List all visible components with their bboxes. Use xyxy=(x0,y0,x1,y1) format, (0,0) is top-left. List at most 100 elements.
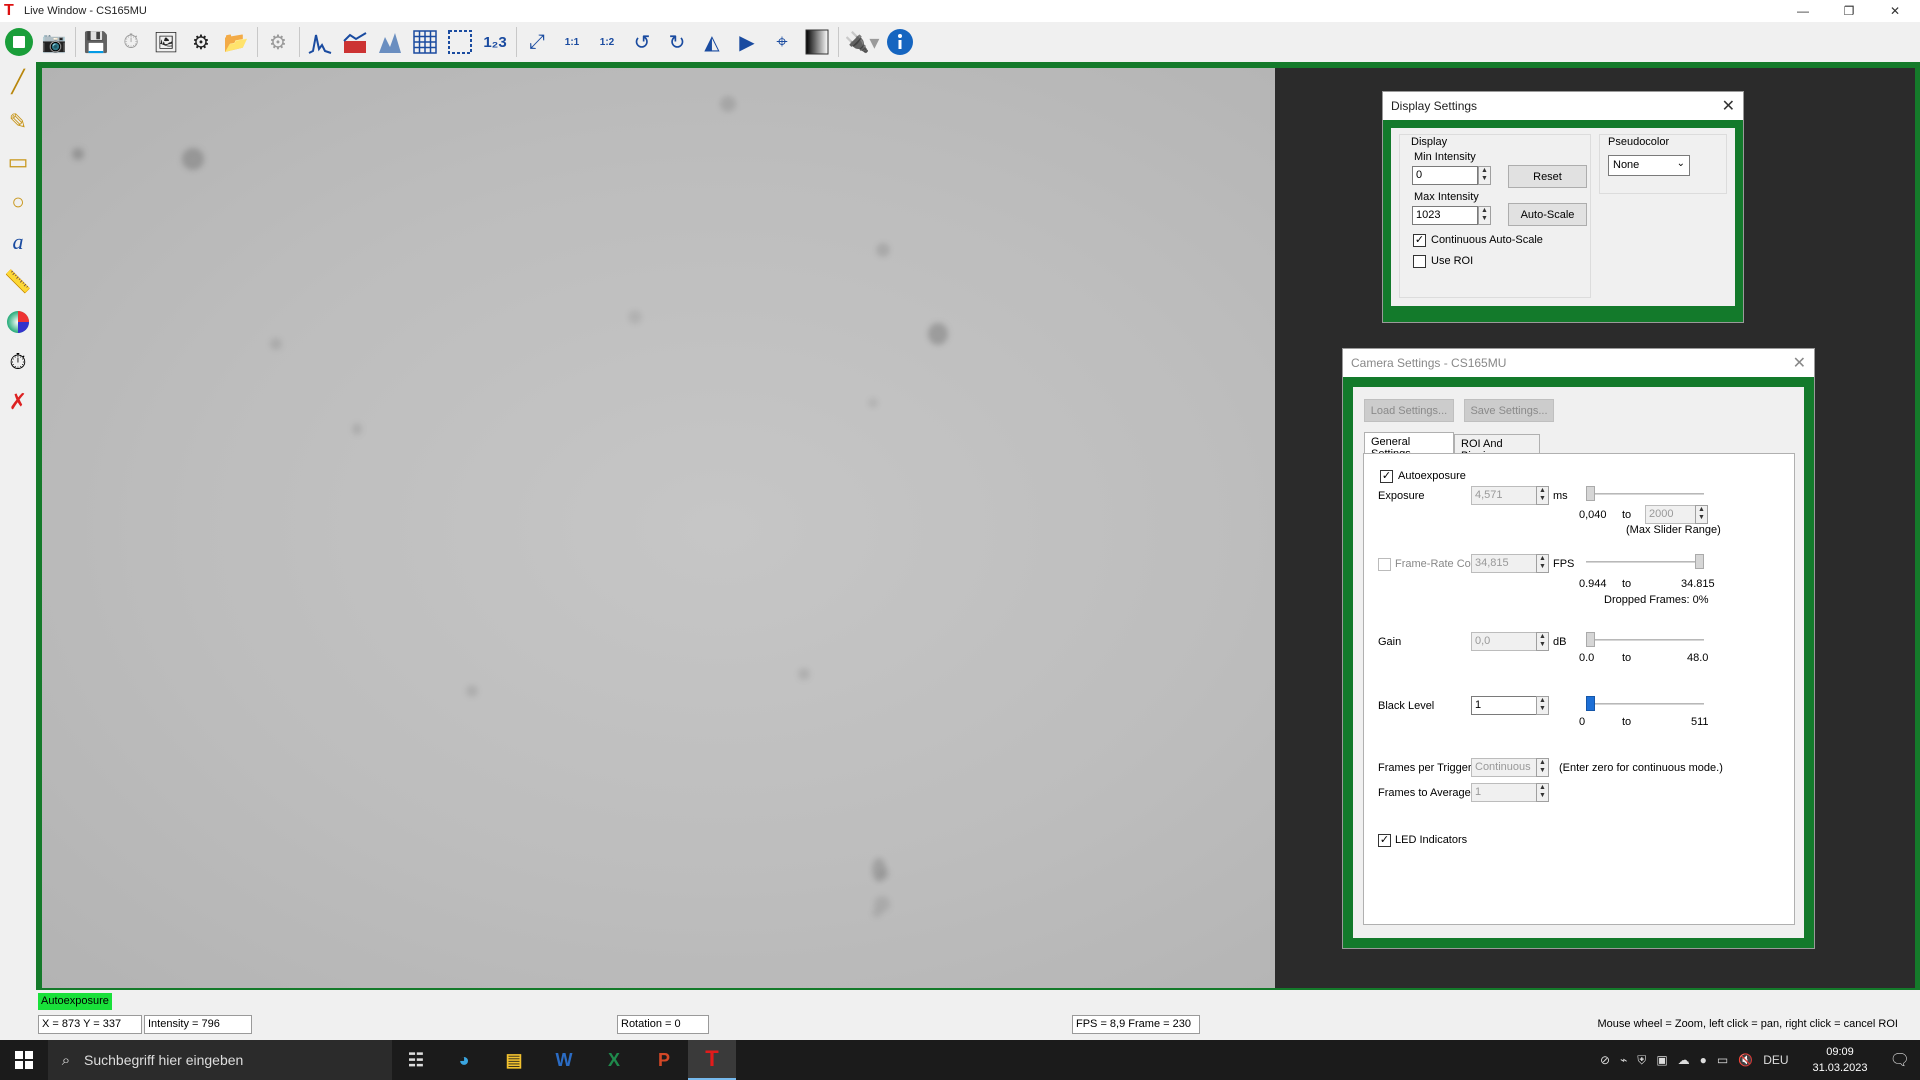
edge-icon[interactable]: ◕ xyxy=(440,1040,488,1080)
clear-annotations-icon[interactable]: ✗ xyxy=(0,382,36,422)
excel-icon[interactable]: X xyxy=(590,1040,638,1080)
save-settings-button[interactable]: Save Settings... xyxy=(1464,399,1554,422)
frame-rate-control-checkbox[interactable] xyxy=(1378,558,1391,571)
word-icon[interactable]: W xyxy=(540,1040,588,1080)
exposure-slider-thumb[interactable] xyxy=(1586,486,1595,501)
minimize-button[interactable]: — xyxy=(1780,0,1826,22)
black-level-spinner[interactable]: ▲ ▼ xyxy=(1536,696,1549,715)
max-intensity-spinner[interactable]: ▲ ▼ xyxy=(1478,206,1491,225)
pencil-tool-icon[interactable]: ✎ xyxy=(0,102,36,142)
display-settings-close-icon[interactable]: ✕ xyxy=(1722,96,1735,116)
taskbar-search[interactable]: ⌕ Suchbegriff hier eingeben xyxy=(48,1040,392,1080)
frame-rate-spinner[interactable]: ▲ ▼ xyxy=(1536,554,1549,573)
color-wheel-icon[interactable] xyxy=(0,302,36,342)
restore-button[interactable]: ❐ xyxy=(1826,0,1872,22)
stopwatch-icon[interactable]: ⏱ xyxy=(0,342,36,382)
black-level-slider[interactable] xyxy=(1586,696,1704,711)
usb-icon[interactable]: ⌁ xyxy=(1620,1053,1627,1067)
max-intensity-input[interactable]: 1023 xyxy=(1412,206,1478,225)
plugin-icon[interactable]: 🔌▾ xyxy=(842,25,882,59)
exposure-slider[interactable] xyxy=(1586,486,1704,501)
fit-to-window-icon[interactable]: ⤢ xyxy=(520,25,554,59)
roi-select-icon[interactable] xyxy=(443,25,477,59)
autoexposure-checkbox[interactable]: ✓ xyxy=(1380,470,1393,483)
task-view-icon[interactable]: ☷ xyxy=(392,1040,440,1080)
frames-to-average-spinner[interactable]: ▲ ▼ xyxy=(1536,783,1549,802)
min-intensity-spinner[interactable]: ▲ ▼ xyxy=(1478,166,1491,185)
frames-to-average-input[interactable]: 1 xyxy=(1471,783,1537,802)
network-off-icon[interactable]: ⊘ xyxy=(1600,1053,1610,1067)
histogram-icon[interactable] xyxy=(303,25,337,59)
open-folder-icon[interactable]: 📂 xyxy=(219,25,253,59)
flip-vertical-icon[interactable]: ▶ xyxy=(730,25,764,59)
frame-rate-unit: FPS xyxy=(1553,558,1575,570)
info-icon[interactable] xyxy=(883,25,917,59)
notifications-icon[interactable]: 🗨 xyxy=(1890,1040,1910,1080)
reset-button[interactable]: Reset xyxy=(1508,165,1587,188)
exposure-spinner[interactable]: ▲ ▼ xyxy=(1536,486,1549,505)
gain-spinner[interactable]: ▲ ▼ xyxy=(1536,632,1549,651)
language-indicator[interactable]: DEU xyxy=(1763,1053,1788,1067)
cloud-icon[interactable]: ☁ xyxy=(1678,1053,1690,1067)
frame-rate-slider[interactable] xyxy=(1586,554,1704,569)
camera-settings-icon[interactable]: ⚙ xyxy=(261,25,295,59)
gain-slider-thumb[interactable] xyxy=(1586,632,1595,647)
gain-input[interactable]: 0,0 xyxy=(1471,632,1537,651)
powerpoint-icon[interactable]: P xyxy=(640,1040,688,1080)
3d-profile-icon[interactable] xyxy=(373,25,407,59)
load-settings-button[interactable]: Load Settings... xyxy=(1364,399,1454,422)
crosshair-icon[interactable]: ⌖ xyxy=(765,25,799,59)
save-settings-icon[interactable]: ⚙ xyxy=(184,25,218,59)
windows-tray-icon[interactable]: ▣ xyxy=(1656,1053,1667,1067)
file-explorer-icon[interactable]: ▤ xyxy=(490,1040,538,1080)
start-stop-icon[interactable] xyxy=(2,25,36,59)
gain-slider[interactable] xyxy=(1586,632,1704,647)
save-image-icon[interactable]: 🖼 xyxy=(149,25,183,59)
grayscale-icon[interactable] xyxy=(800,25,834,59)
rotate-cw-icon[interactable]: ↻ xyxy=(660,25,694,59)
led-indicators-checkbox[interactable]: ✓ xyxy=(1378,834,1391,847)
display-icon[interactable]: ▭ xyxy=(1717,1053,1728,1067)
frames-per-trigger-spinner[interactable]: ▲ ▼ xyxy=(1536,758,1549,777)
frame-rate-input[interactable]: 34,815 xyxy=(1471,554,1537,573)
exposure-input[interactable]: 4,571 xyxy=(1471,486,1537,505)
continuous-autoscale-checkbox[interactable]: ✓ xyxy=(1413,234,1426,247)
rotate-ccw-icon[interactable]: ↺ xyxy=(625,25,659,59)
circle-tool-icon[interactable]: ○ xyxy=(0,182,36,222)
black-level-input[interactable]: 1 xyxy=(1471,696,1537,715)
close-button[interactable]: ✕ xyxy=(1872,0,1918,22)
clock[interactable]: 09:09 31.03.2023 xyxy=(1808,1044,1872,1076)
snapshot-icon[interactable]: 📷 xyxy=(37,25,71,59)
ruler-tool-icon[interactable]: 📏 xyxy=(0,262,36,302)
rectangle-tool-icon[interactable]: ▭ xyxy=(0,142,36,182)
grid-icon[interactable] xyxy=(408,25,442,59)
line-profile-icon[interactable] xyxy=(338,25,372,59)
windows-start-icon[interactable] xyxy=(0,1040,48,1080)
record-icon[interactable]: 💾 xyxy=(79,25,113,59)
exposure-max-input[interactable]: 2000 xyxy=(1645,505,1701,524)
use-roi-checkbox[interactable] xyxy=(1413,255,1426,268)
thorcam-icon[interactable]: T xyxy=(688,1040,736,1080)
line-tool-icon[interactable]: ╱ xyxy=(0,62,36,102)
onedrive-icon[interactable]: ● xyxy=(1700,1053,1707,1067)
min-intensity-input[interactable]: 0 xyxy=(1412,166,1478,185)
pseudocolor-select[interactable]: None ⌄ xyxy=(1608,155,1690,176)
black-level-slider-thumb[interactable] xyxy=(1586,696,1595,711)
security-icon[interactable]: ⛨ xyxy=(1637,1053,1646,1068)
auto-scale-button[interactable]: Auto-Scale xyxy=(1508,203,1587,226)
tab-general-settings[interactable]: General Settings xyxy=(1364,432,1454,460)
timed-series-icon[interactable]: ⏱ xyxy=(114,25,148,59)
frames-per-trigger-input[interactable]: Continuous xyxy=(1471,758,1537,777)
live-image[interactable] xyxy=(42,68,1275,988)
numbering-icon[interactable]: 1₂3 xyxy=(478,25,512,59)
camera-settings-close-icon[interactable]: ✕ xyxy=(1793,353,1806,373)
zoom-1-2-icon[interactable]: 1:2 xyxy=(590,25,624,59)
zoom-1-1-icon[interactable]: 1:1 xyxy=(555,25,589,59)
text-tool-icon[interactable]: a xyxy=(0,222,36,262)
flip-horizontal-icon[interactable]: ◭ xyxy=(695,25,729,59)
frame-rate-slider-thumb[interactable] xyxy=(1695,554,1704,569)
exposure-max-spinner[interactable]: ▲ ▼ xyxy=(1695,505,1708,524)
cursor-coordinates: X = 873 Y = 337 xyxy=(38,1015,142,1034)
tab-roi-and-binning[interactable]: ROI And Binning xyxy=(1454,434,1540,462)
volume-icon[interactable]: 🔇 xyxy=(1738,1053,1753,1067)
